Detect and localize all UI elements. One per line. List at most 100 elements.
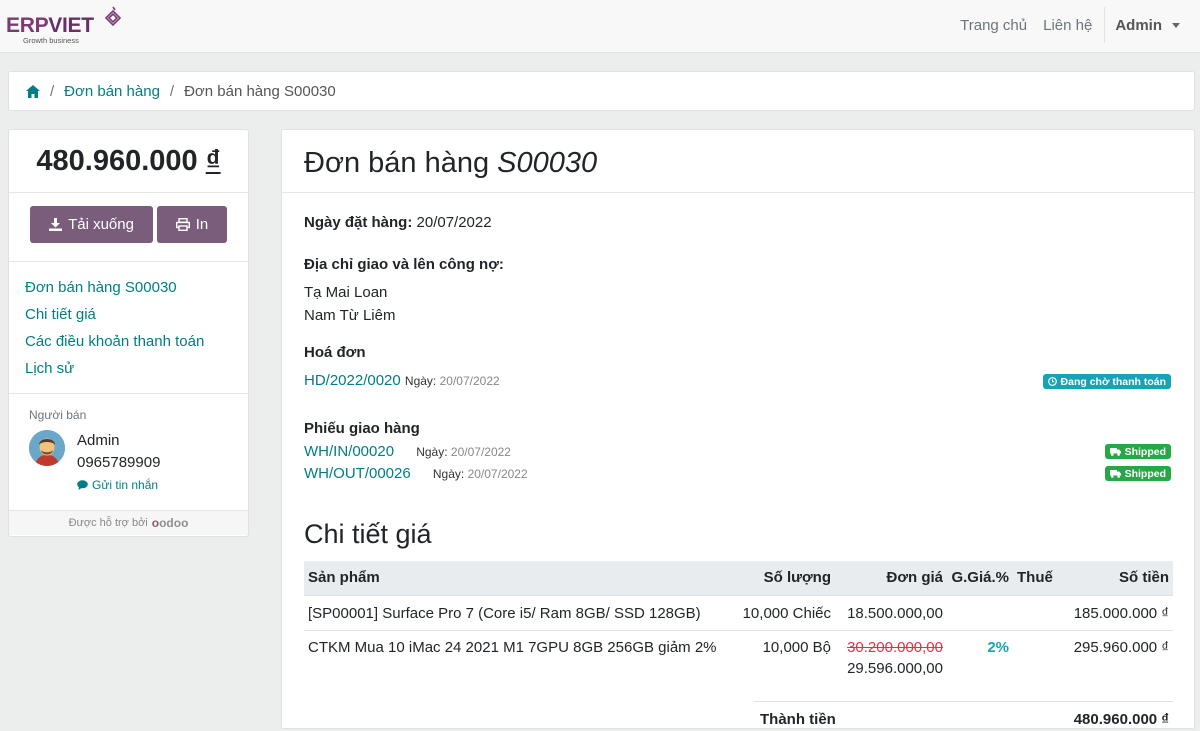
top-navbar: ERPVIET Growth business Trang chủ Liên h… xyxy=(0,0,1200,53)
print-icon xyxy=(175,218,190,231)
discounted-price: 29.596.000,00 xyxy=(847,659,943,677)
delivery-row: WH/OUT/00026 Ngày: 20/07/2022 xyxy=(304,465,528,482)
toc-item-history[interactable]: Lịch sử xyxy=(25,355,248,382)
discount-cell: 2% xyxy=(947,629,1013,701)
quantity-cell: 10,000 Bộ xyxy=(724,629,835,701)
salesperson-title: Người bán xyxy=(29,408,87,422)
discount-cell xyxy=(947,594,1013,630)
brand-mark-icon xyxy=(104,6,122,27)
odoo-logo[interactable]: oodoo xyxy=(152,516,189,530)
title-reference: S00030 xyxy=(497,147,598,179)
order-total: 480.960.000 ₫ xyxy=(9,130,248,193)
invoice-label: Hoá đơn xyxy=(304,344,366,361)
odoo-text: odoo xyxy=(159,516,189,530)
page-title: Đơn bán hàng S00030 xyxy=(282,130,1194,193)
salesperson-phone: 0965789909 xyxy=(77,454,161,471)
delivery-link[interactable]: WH/IN/00020 xyxy=(304,443,394,460)
order-date-row: Ngày đặt hàng: 20/07/2022 xyxy=(304,214,492,231)
col-tax: Thuế xyxy=(1013,561,1058,595)
col-discount: G.Giá.% xyxy=(947,561,1013,595)
breadcrumb-separator: / xyxy=(169,82,175,100)
action-buttons: Tải xuống In xyxy=(9,193,248,262)
delivery-date: Ngày: 20/07/2022 xyxy=(432,467,528,481)
toc-item-order[interactable]: Đơn bán hàng S00030 xyxy=(25,274,248,301)
clock-icon xyxy=(1047,377,1057,386)
order-content: Đơn bán hàng S00030 Ngày đặt hàng: 20/07… xyxy=(281,129,1195,729)
send-message-label: Gửi tin nhắn xyxy=(92,478,159,492)
user-menu[interactable]: Admin xyxy=(1107,17,1200,34)
powered-by-footer: Được hỗ trợ bởi oodoo xyxy=(9,511,248,535)
invoice-row: HD/2022/0020 Ngày: 20/07/2022 xyxy=(304,372,500,389)
delivery-label: Phiếu giao hàng xyxy=(304,420,420,437)
avatar xyxy=(29,430,65,466)
payment-status-badge: Đang chờ thanh toán xyxy=(1042,374,1171,389)
pricing-heading: Chi tiết giá xyxy=(304,519,432,549)
col-amount: Số tiền xyxy=(1058,561,1173,595)
truck-icon xyxy=(1109,469,1121,478)
unit-price-cell: 18.500.000,00 xyxy=(835,594,947,630)
shipped-badge: Shipped xyxy=(1104,466,1171,481)
order-sidebar: 480.960.000 ₫ Tải xuống In Đơn bán hàng … xyxy=(8,129,249,537)
salesperson-name: Admin xyxy=(77,432,120,449)
col-unit-price: Đơn giá xyxy=(835,561,947,595)
download-icon xyxy=(49,218,63,231)
breadcrumb-separator: / xyxy=(50,82,55,100)
download-label: Tải xuống xyxy=(68,216,134,233)
original-price: 30.200.000,00 xyxy=(847,638,943,656)
toc-item-payment-terms[interactable]: Các điều khoản thanh toán xyxy=(25,328,248,355)
breadcrumb-current: Đơn bán hàng S00030 xyxy=(184,82,336,100)
unit-price-cell: 30.200.000,00 29.596.000,00 xyxy=(835,629,947,701)
total-currency: ₫ xyxy=(205,144,221,177)
invoice-link[interactable]: HD/2022/0020 xyxy=(304,372,401,389)
send-message-link[interactable]: Gửi tin nhắn xyxy=(77,478,160,492)
address-block: Địa chỉ giao và lên công nợ: Tạ Mai Loan… xyxy=(304,256,504,327)
invoice-date: Ngày: 20/07/2022 xyxy=(404,374,500,388)
title-prefix: Đơn bán hàng xyxy=(304,147,490,179)
subtotal-row: Thành tiền 480.960.000 ₫ xyxy=(754,701,1173,731)
order-date-label: Ngày đặt hàng: xyxy=(304,214,413,231)
caret-down-icon xyxy=(1172,22,1180,28)
tax-cell xyxy=(1013,629,1058,701)
nav-contact[interactable]: Liên hệ xyxy=(1035,17,1100,34)
brand-tagline: Growth business xyxy=(23,36,79,45)
delivery-link[interactable]: WH/OUT/00026 xyxy=(304,465,411,482)
total-amount: 480.960.000 xyxy=(36,144,198,177)
brand-logo[interactable]: ERPVIET Growth business xyxy=(6,6,136,48)
address-name: Tạ Mai Loan xyxy=(304,284,388,301)
col-quantity: Số lượng xyxy=(724,561,835,595)
shipped-badge: Shipped xyxy=(1104,444,1171,459)
pricing-table: Sản phẩm Số lượng Đơn giá G.Giá.% Thuế S… xyxy=(304,561,1173,701)
toc-item-pricing[interactable]: Chi tiết giá xyxy=(25,301,248,328)
delivery-date: Ngày: 20/07/2022 xyxy=(416,445,511,459)
amount-cell: 295.960.000 ₫ xyxy=(1058,629,1173,701)
breadcrumb: / Đơn bán hàng / Đơn bán hàng S00030 xyxy=(8,71,1195,111)
product-cell: [SP00001] Surface Pro 7 (Core i5/ Ram 8G… xyxy=(304,594,724,630)
quantity-cell: 10,000 Chiếc xyxy=(724,594,835,630)
salesperson-panel: Người bán Admin 0965789909 Gửi tin nhắn xyxy=(9,394,248,511)
brand-name: ERPVIET xyxy=(6,14,94,37)
comment-icon xyxy=(77,480,88,490)
address-label: Địa chỉ giao và lên công nợ: xyxy=(304,256,504,273)
table-header-row: Sản phẩm Số lượng Đơn giá G.Giá.% Thuế S… xyxy=(304,561,1173,595)
download-button[interactable]: Tải xuống xyxy=(30,206,153,243)
powered-by-label: Được hỗ trợ bởi xyxy=(68,517,148,529)
salesperson-info: Admin 0965789909 Gửi tin nhắn xyxy=(77,430,160,492)
table-row: CTKM Mua 10 iMac 24 2021 M1 7GPU 8GB 256… xyxy=(304,629,1173,701)
print-button[interactable]: In xyxy=(157,206,227,243)
nav-home[interactable]: Trang chủ xyxy=(952,17,1035,34)
print-label: In xyxy=(195,216,209,233)
table-of-contents: Đơn bán hàng S00030 Chi tiết giá Các điề… xyxy=(9,262,248,394)
home-icon[interactable] xyxy=(26,84,40,98)
breadcrumb-sale-orders[interactable]: Đơn bán hàng xyxy=(64,83,160,100)
delivery-row: WH/IN/00020 Ngày: 20/07/2022 xyxy=(304,443,511,460)
order-date-value: 20/07/2022 xyxy=(416,214,492,231)
address-line: Nam Từ Liêm xyxy=(304,307,396,324)
truck-icon xyxy=(1109,447,1121,456)
main-menu: Trang chủ Liên hệ Admin xyxy=(952,0,1200,50)
user-name: Admin xyxy=(1115,16,1162,34)
amount-cell: 185.000.000 ₫ xyxy=(1058,594,1173,630)
product-cell: CTKM Mua 10 iMac 24 2021 M1 7GPU 8GB 256… xyxy=(304,629,724,701)
tax-cell xyxy=(1013,594,1058,630)
col-product: Sản phẩm xyxy=(304,561,724,595)
nav-divider xyxy=(1104,7,1106,43)
